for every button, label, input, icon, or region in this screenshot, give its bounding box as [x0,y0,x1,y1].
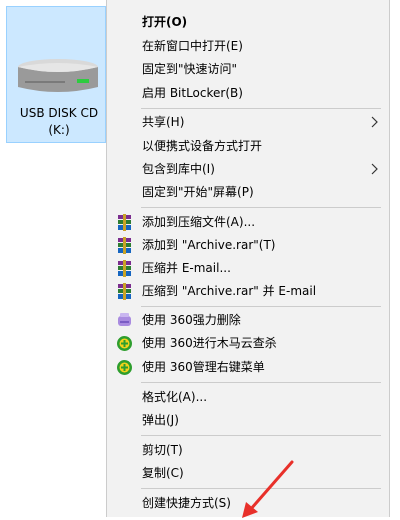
menu-separator [141,435,381,436]
menu-item-label: 以便携式设备方式打开 [142,139,263,153]
menu-item-label: 创建快捷方式(S) [142,496,231,510]
menu-separator [141,108,381,109]
menu-item-share[interactable]: 共享(H) [107,111,389,134]
menu-item-label: 使用 360强力删除 [142,313,241,327]
menu-item-label: 压缩到 "Archive.rar" 并 E-mail [142,284,317,298]
menu-item-compress-email[interactable]: 压缩并 E-mail... [107,257,389,280]
usb-drive-icon [18,59,98,92]
menu-item-open-new-window[interactable]: 在新窗口中打开(E) [107,35,389,58]
menu-item-label: 格式化(A)... [142,390,208,404]
menu-item-label: 启用 BitLocker(B) [142,86,243,100]
menu-separator [141,207,381,208]
menu-item-bitlocker[interactable]: 启用 BitLocker(B) [107,82,389,105]
menu-item-eject[interactable]: 弹出(J) [107,409,389,432]
menu-separator [141,306,381,307]
menu-item-label: 共享(H) [142,115,185,129]
menu-item-add-archive[interactable]: 添加到压缩文件(A)... [107,211,389,234]
drive-label: USB DISK CD (K:) [11,105,107,139]
menu-item-label: 固定到"开始"屏幕(P) [142,185,254,199]
menu-item-open[interactable]: 打开(O) [107,11,389,34]
drive-name: USB DISK CD [19,106,99,120]
menu-item-pin-quick-access[interactable]: 固定到"快速访问" [107,58,389,81]
menu-item-label: 弹出(J) [142,413,179,427]
menu-item-pin-start[interactable]: 固定到"开始"屏幕(P) [107,181,389,204]
menu-item-portable-open[interactable]: 以便携式设备方式打开 [107,135,389,158]
desktop: USB DISK CD (K:) 打开(O) 在新窗口中打开(E) 固定到"快速… [0,0,400,518]
winrar-icon [118,260,131,277]
menu-item-label: 剪切(T) [142,443,183,457]
usb-drive-item[interactable]: USB DISK CD (K:) [6,6,106,143]
chevron-right-icon [371,163,378,175]
menu-item-label: 使用 360进行木马云查杀 [142,336,277,350]
menu-separator [141,382,381,383]
menu-item-add-archive-rar[interactable]: 添加到 "Archive.rar"(T) [107,234,389,257]
drive-letter: (K:) [48,123,70,137]
menu-item-label: 使用 360管理右键菜单 [142,360,265,374]
annotation-arrow-icon [242,460,294,518]
menu-item-format[interactable]: 格式化(A)... [107,386,389,409]
menu-item-label: 复制(C) [142,466,184,480]
menu-item-compress-rar-email[interactable]: 压缩到 "Archive.rar" 并 E-mail [107,280,389,303]
winrar-icon [118,214,131,231]
menu-item-label: 打开(O) [142,15,188,29]
context-menu: 打开(O) 在新窗口中打开(E) 固定到"快速访问" 启用 BitLocker(… [106,0,390,517]
menu-item-360-manage[interactable]: 使用 360管理右键菜单 [107,356,389,379]
shredder-icon [118,313,131,326]
winrar-icon [118,237,131,254]
menu-item-label: 压缩并 E-mail... [142,261,231,275]
menu-item-label: 添加到压缩文件(A)... [142,215,256,229]
360-security-icon [117,336,132,351]
winrar-icon [118,283,131,300]
menu-item-label: 包含到库中(I) [142,162,215,176]
360-security-icon [117,360,132,375]
menu-item-360-scan[interactable]: 使用 360进行木马云查杀 [107,332,389,355]
menu-item-360-delete[interactable]: 使用 360强力删除 [107,309,389,332]
menu-item-cut[interactable]: 剪切(T) [107,439,389,462]
menu-item-label: 固定到"快速访问" [142,62,238,76]
chevron-right-icon [371,116,378,128]
menu-item-label: 在新窗口中打开(E) [142,39,243,53]
menu-item-label: 添加到 "Archive.rar"(T) [142,238,276,252]
menu-item-include-library[interactable]: 包含到库中(I) [107,158,389,181]
